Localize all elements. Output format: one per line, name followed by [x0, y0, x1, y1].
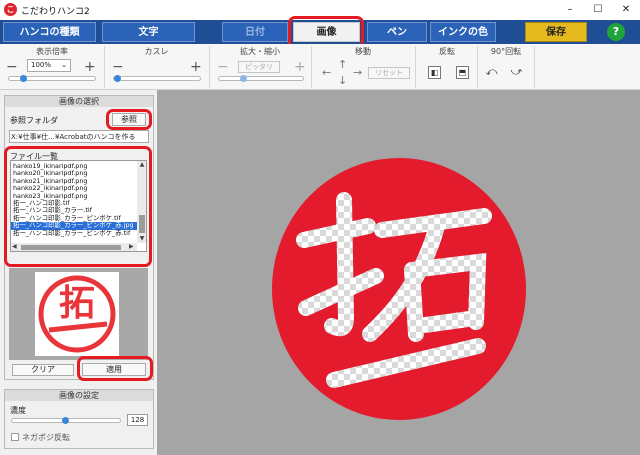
minimize-button[interactable]: – [556, 0, 584, 20]
tab-ink-color[interactable]: インクの色 [430, 22, 496, 42]
clear-button[interactable]: クリア [12, 364, 74, 376]
tab-text[interactable]: 文字 [102, 22, 195, 42]
ref-folder-label: 参照フォルダ [10, 116, 58, 125]
reset-button[interactable]: リセット [368, 67, 410, 79]
flip-horizontal-icon[interactable]: ◧ [428, 66, 441, 79]
stamp-glyph-graphic [296, 192, 492, 388]
tab-hanko-type[interactable]: ハンコの種類 [3, 22, 96, 42]
arrow-left-icon[interactable]: ← [322, 67, 331, 78]
blur-slider[interactable] [113, 76, 201, 81]
scale-slider-thumb[interactable] [240, 75, 247, 82]
blur-label: カスレ [144, 47, 169, 56]
arrow-down-icon[interactable]: ↓ [338, 75, 347, 86]
scale-label: 拡大・縮小 [240, 47, 280, 56]
highlight-ring-file-list [4, 146, 152, 267]
zoom-value: 100% [31, 61, 52, 69]
preview-character: 拓 [58, 283, 95, 324]
image-select-header: 画像の選択 [5, 96, 153, 107]
image-settings-header: 画像の設定 [5, 390, 153, 401]
arrow-right-icon[interactable]: → [353, 67, 362, 78]
zoom-label: 表示倍率 [36, 47, 68, 56]
arrow-up-icon[interactable]: ↑ [338, 59, 347, 70]
save-button[interactable]: 保存 [525, 22, 587, 42]
rotate-right-icon[interactable]: ⤻ [510, 66, 523, 79]
blur-slider-thumb[interactable] [114, 75, 121, 82]
negapos-label: ネガポジ反転 [22, 433, 70, 442]
chevron-down-icon: ⌄ [61, 61, 67, 69]
density-slider-thumb[interactable] [62, 417, 69, 424]
separator [534, 46, 535, 88]
zoom-slider-thumb[interactable] [20, 75, 27, 82]
flip-label: 反転 [439, 47, 455, 56]
highlight-ring-browse [106, 109, 152, 130]
density-label: 濃度 [10, 406, 26, 415]
fit-button[interactable]: ピッタリ [238, 61, 280, 73]
tab-date[interactable]: 日付 [222, 22, 288, 42]
window-title: こだわりハンコ2 [21, 7, 90, 17]
flip-vertical-icon[interactable]: ⬒ [456, 66, 469, 79]
negapos-checkbox[interactable] [11, 433, 19, 441]
scale-slider[interactable] [218, 76, 304, 81]
folder-path-field[interactable]: X:¥仕事¥仕…¥Acrobatのハンコを作る [9, 130, 149, 143]
scale-increase-icon[interactable]: + [294, 60, 306, 74]
preview-image: 拓 [35, 272, 119, 356]
highlight-ring-apply [77, 356, 153, 381]
zoom-in-icon[interactable]: + [84, 60, 96, 74]
blur-decrease-icon[interactable]: − [112, 60, 124, 74]
tab-pen[interactable]: ペン [367, 22, 427, 42]
blur-increase-icon[interactable]: + [190, 60, 202, 74]
zoom-select[interactable]: 100% ⌄ [27, 59, 71, 72]
help-icon[interactable]: ? [607, 23, 625, 41]
stamp-preview[interactable] [272, 158, 526, 420]
close-button[interactable]: ✕ [612, 0, 640, 20]
app-icon: こ [4, 3, 17, 16]
move-label: 移動 [355, 47, 371, 56]
scale-decrease-icon[interactable]: − [217, 60, 229, 74]
density-value-field[interactable]: 128 [127, 414, 148, 426]
maximize-button[interactable]: ☐ [584, 0, 612, 20]
zoom-out-icon[interactable]: − [6, 60, 18, 74]
rotate-label: 90°回転 [490, 47, 522, 56]
rotate-left-icon[interactable]: ⤺ [485, 66, 498, 79]
